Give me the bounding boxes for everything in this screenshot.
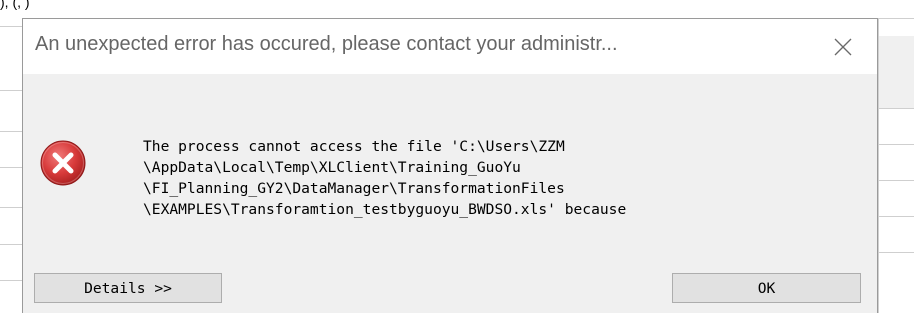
background-header-band	[879, 36, 914, 108]
error-message: The process cannot access the file 'C:\U…	[143, 136, 626, 220]
background-row-line	[879, 216, 914, 217]
background-row-line	[0, 26, 22, 27]
message-line: \EXAMPLES\Transforamtion_testbyguoyu_BWD…	[143, 201, 627, 218]
message-line: The process cannot access the file 'C:\U…	[143, 138, 565, 155]
background-row-line	[879, 180, 914, 181]
background-right-panel	[878, 18, 914, 313]
dialog-title: An unexpected error has occured, please …	[35, 33, 618, 55]
background-row-line	[0, 131, 22, 132]
background-top-strip: ), (, )	[0, 0, 914, 18]
background-left-panel	[0, 18, 23, 313]
background-row-line	[0, 90, 22, 91]
background-row-line	[0, 207, 22, 208]
message-line: \AppData\Local\Temp\XLClient\Training_Gu…	[143, 159, 521, 176]
error-icon	[40, 140, 86, 186]
background-row-line	[0, 167, 22, 168]
background-top-text: ), (, )	[0, 0, 30, 10]
background-row-line	[879, 18, 914, 19]
close-button[interactable]	[823, 27, 863, 67]
background-row-line	[879, 144, 914, 145]
close-icon	[834, 38, 852, 56]
background-row-line	[879, 108, 914, 109]
background-row-line	[879, 252, 914, 253]
background-row-line	[0, 244, 22, 245]
ok-button[interactable]: OK	[672, 273, 861, 303]
error-dialog: An unexpected error has occured, please …	[22, 18, 878, 313]
dialog-titlebar: An unexpected error has occured, please …	[23, 19, 877, 74]
background-row-line	[0, 280, 22, 281]
message-line: \FI_Planning_GY2\DataManager\Transformat…	[143, 180, 565, 197]
details-button[interactable]: Details >>	[34, 273, 222, 303]
